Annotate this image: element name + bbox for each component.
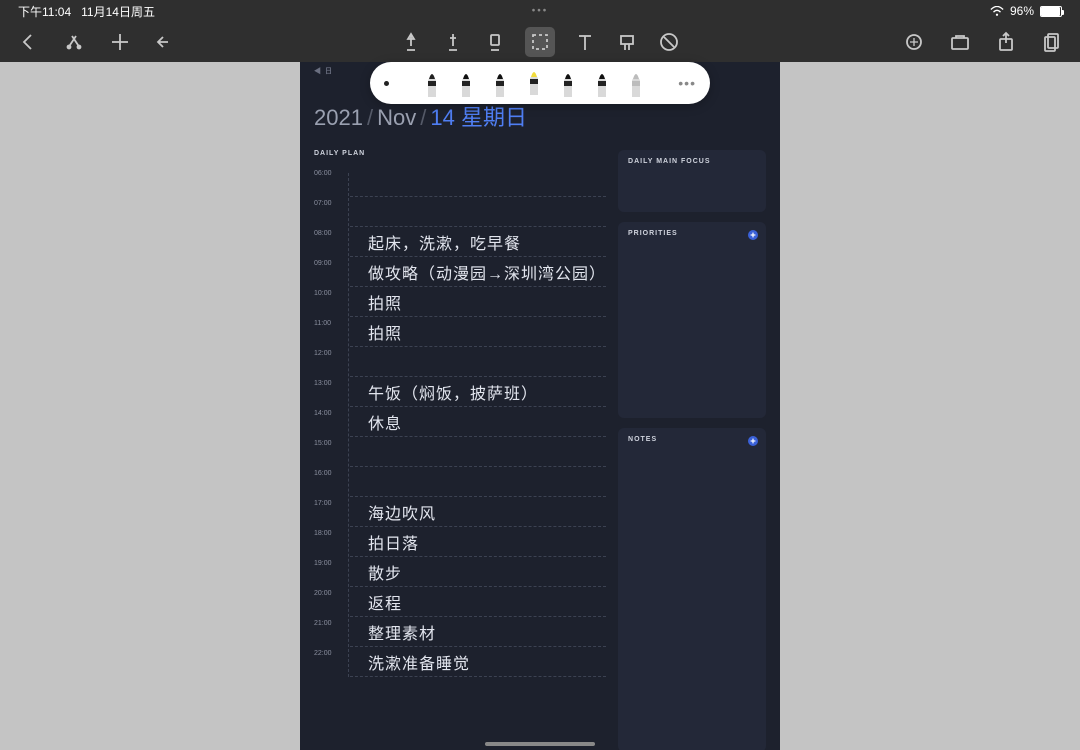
pen-fineliner[interactable]: [421, 69, 443, 97]
timeline-row[interactable]: 07:00: [350, 197, 606, 227]
documents-button[interactable]: [948, 30, 972, 54]
pen-highlighter-yellow[interactable]: [523, 67, 545, 95]
daily-main-focus-panel[interactable]: DAILY MAIN FOCUS: [618, 150, 766, 212]
timeline-row[interactable]: 08:00起床，洗漱，吃早餐: [350, 227, 606, 257]
timeline-hour: 06:00: [314, 170, 344, 177]
text-tool-button[interactable]: [573, 30, 597, 54]
pen-pen-black-2[interactable]: [489, 69, 511, 97]
pen-palette[interactable]: •••: [370, 62, 710, 104]
status-time: 下午11:04: [18, 3, 71, 20]
home-indicator[interactable]: [485, 742, 595, 746]
notes-title: NOTES: [628, 436, 756, 443]
canvas-area[interactable]: ◀ 日 2021/Nov/14 星期日 DAILY PLAN 06:0007:0…: [0, 62, 1080, 750]
eraser-tool-button[interactable]: [483, 30, 507, 54]
timeline-row[interactable]: 19:00散步: [350, 557, 606, 587]
insert-button[interactable]: [902, 30, 926, 54]
date-year: 2021: [314, 105, 363, 130]
multitask-indicator-icon[interactable]: •••: [532, 6, 549, 17]
timeline-hour: 22:00: [314, 650, 344, 657]
timeline-row[interactable]: 22:00洗漱准备睡觉: [350, 647, 606, 677]
timeline-row[interactable]: 15:00: [350, 437, 606, 467]
timeline-row[interactable]: 10:00拍照: [350, 287, 606, 317]
date-header: 2021/Nov/14 星期日: [314, 100, 766, 132]
timeline-hour: 18:00: [314, 530, 344, 537]
back-button[interactable]: [16, 30, 40, 54]
pen-eraser[interactable]: [625, 69, 647, 97]
priorities-panel[interactable]: PRIORITIES: [618, 222, 766, 418]
timeline-row[interactable]: 09:00做攻略（动漫园→深圳湾公园）: [350, 257, 606, 287]
add-priority-button[interactable]: [748, 230, 758, 240]
priorities-title: PRIORITIES: [628, 230, 756, 237]
timeline-hour: 15:00: [314, 440, 344, 447]
timeline-hour: 19:00: [314, 560, 344, 567]
timeline-row[interactable]: 17:00海边吹风: [350, 497, 606, 527]
more-pens-button[interactable]: •••: [678, 75, 696, 91]
daily-plan-title: DAILY PLAN: [314, 150, 606, 157]
pages-button[interactable]: [1040, 30, 1064, 54]
app-toolbar: [0, 22, 1080, 62]
pen-tool-button[interactable]: [399, 30, 423, 54]
timeline-entry: 拍日落: [368, 530, 419, 554]
timeline-row[interactable]: 06:00: [350, 167, 606, 197]
date-month: Nov: [377, 105, 416, 130]
settings-button[interactable]: [62, 30, 86, 54]
timeline-entry: 午饭（焖饭，披萨班）: [368, 380, 538, 404]
timeline-entry: 做攻略（动漫园→深圳湾公园）: [368, 260, 606, 284]
laser-tool-button[interactable]: [615, 30, 639, 54]
battery-pct: 96%: [1010, 4, 1034, 18]
timeline-hour: 11:00: [314, 320, 344, 327]
timeline-row[interactable]: 18:00拍日落: [350, 527, 606, 557]
pen-pen-black-1[interactable]: [455, 69, 477, 97]
timeline-entry: 海边吹风: [368, 500, 436, 524]
timeline-hour: 14:00: [314, 410, 344, 417]
lasso-tool-button[interactable]: [525, 27, 555, 57]
timeline-entry: 散步: [368, 560, 402, 584]
pen-marker[interactable]: [591, 69, 613, 97]
date-weekday: 星期日: [461, 105, 527, 130]
timeline-hour: 10:00: [314, 290, 344, 297]
timeline-row[interactable]: 14:00休息: [350, 407, 606, 437]
stroke-size-button[interactable]: [384, 81, 389, 86]
add-button[interactable]: [108, 30, 132, 54]
timeline-hour: 13:00: [314, 380, 344, 387]
page-tab-label: ◀ 日: [314, 66, 333, 76]
share-button[interactable]: [994, 30, 1018, 54]
timeline-row[interactable]: 21:00整理素材: [350, 617, 606, 647]
timeline[interactable]: 06:0007:0008:00起床，洗漱，吃早餐09:00做攻略（动漫园→深圳湾…: [314, 167, 606, 677]
readonly-tool-button[interactable]: [657, 30, 681, 54]
timeline-entry: 洗漱准备睡觉: [368, 650, 470, 674]
timeline-row[interactable]: 16:00: [350, 467, 606, 497]
timeline-row[interactable]: 12:00: [350, 347, 606, 377]
battery-icon: [1040, 6, 1062, 17]
timeline-entry: 拍照: [368, 290, 402, 314]
timeline-row[interactable]: 20:00返程: [350, 587, 606, 617]
timeline-hour: 07:00: [314, 200, 344, 207]
timeline-hour: 20:00: [314, 590, 344, 597]
timeline-hour: 17:00: [314, 500, 344, 507]
timeline-hour: 21:00: [314, 620, 344, 627]
timeline-entry: 整理素材: [368, 620, 436, 644]
undo-button[interactable]: [154, 30, 178, 54]
status-date: 11月14日周五: [81, 3, 155, 20]
timeline-entry: 起床，洗漱，吃早餐: [368, 230, 521, 254]
add-note-button[interactable]: [748, 436, 758, 446]
timeline-entry: 返程: [368, 590, 402, 614]
daily-plan-column: DAILY PLAN 06:0007:0008:00起床，洗漱，吃早餐09:00…: [314, 150, 606, 750]
timeline-hour: 12:00: [314, 350, 344, 357]
timeline-hour: 16:00: [314, 470, 344, 477]
date-day: 14: [430, 105, 454, 130]
timeline-entry: 休息: [368, 410, 402, 434]
marker-tool-button[interactable]: [441, 30, 465, 54]
notes-panel[interactable]: NOTES: [618, 428, 766, 750]
timeline-row[interactable]: 13:00午饭（焖饭，披萨班）: [350, 377, 606, 407]
wifi-icon: [990, 6, 1004, 16]
pen-pen-grey[interactable]: [557, 69, 579, 97]
focus-title: DAILY MAIN FOCUS: [628, 158, 756, 165]
timeline-entry: 拍照: [368, 320, 402, 344]
timeline-hour: 08:00: [314, 230, 344, 237]
ipad-status-bar: 下午11:04 11月14日周五 ••• 96%: [0, 0, 1080, 22]
planner-page[interactable]: ◀ 日 2021/Nov/14 星期日 DAILY PLAN 06:0007:0…: [300, 62, 780, 750]
timeline-hour: 09:00: [314, 260, 344, 267]
timeline-row[interactable]: 11:00拍照: [350, 317, 606, 347]
